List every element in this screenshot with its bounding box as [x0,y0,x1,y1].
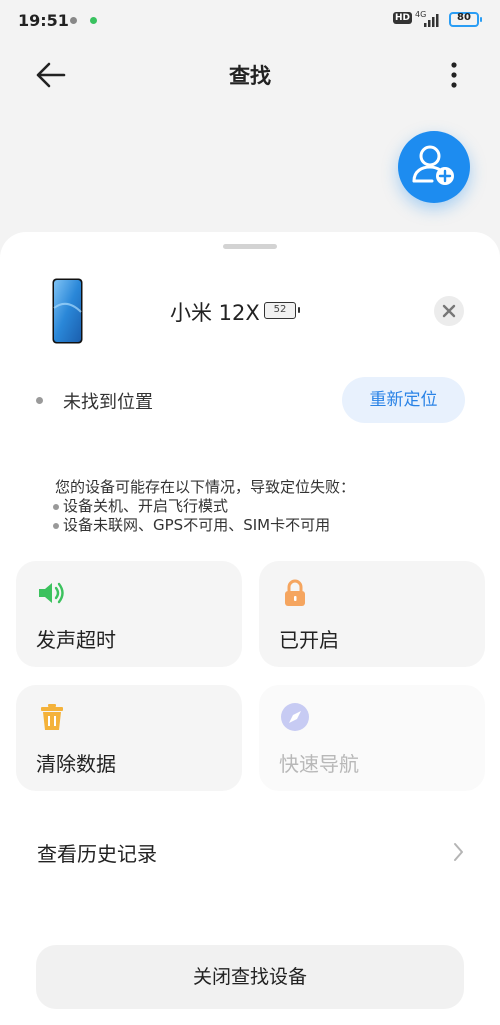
close-button[interactable] [434,296,464,326]
location-status-text: 未找到位置 [63,392,153,413]
battery-icon: 80 [449,12,482,27]
view-history-row[interactable]: 查看历史记录 [0,820,500,884]
quick-navigation-label: 快速导航 [279,752,359,776]
drag-handle[interactable] [223,244,277,249]
active-indicator-icon [90,17,97,24]
quick-navigation-card: 快速导航 [259,685,485,791]
notification-dot-icon [70,17,77,24]
page-title: 查找 [229,64,271,88]
lock-icon [285,579,305,606]
lock-device-card[interactable]: 已开启 [259,561,485,667]
status-time: 19:51 [18,11,69,30]
device-battery-icon: 52 [264,302,300,319]
battery-level: 80 [457,12,471,23]
device-battery-level: 52 [273,304,287,315]
close-icon [442,304,456,318]
compass-icon [281,703,309,731]
more-options-button[interactable] [440,58,468,92]
failure-reason-item: 设备关机、开启飞行模式 [53,497,355,516]
add-member-button[interactable] [398,131,470,203]
failure-reasons-title: 您的设备可能存在以下情况，导致定位失败： [55,478,356,496]
erase-data-label: 清除数据 [36,752,116,776]
play-sound-label: 发声超时 [36,628,116,652]
device-name: 小米 12X [170,301,260,325]
phone-image [52,278,83,344]
lock-device-label: 已开启 [279,628,339,652]
turn-off-find-device-button[interactable]: 关闭查找设备 [36,945,464,1009]
trash-icon [41,704,63,730]
hd-badge: HD [393,12,413,24]
erase-data-card[interactable]: 清除数据 [16,685,242,791]
location-status-dot [36,397,43,404]
view-history-label: 查看历史记录 [37,842,157,866]
play-sound-card[interactable]: 发声超时 [16,561,242,667]
failure-reason-item: 设备未联网、GPS不可用、SIM卡不可用 [53,516,355,535]
chevron-right-icon [454,843,463,861]
find-device-screen: 19:51 HD 4G 80 查找 小米 12X 52 未找到位置 重新定位 您… [0,0,500,1025]
device-detail-sheet: 小米 12X 52 未找到位置 重新定位 您的设备可能存在以下情况，导致定位失败… [0,232,500,1025]
failure-reasons: 您的设备可能存在以下情况，导致定位失败： 设备关机、开启飞行模式 设备未联网、G… [53,478,356,535]
add-person-icon [412,145,454,185]
speaker-icon [39,582,64,604]
signal-icon [424,14,439,27]
relocate-button[interactable]: 重新定位 [342,377,465,423]
status-bar: 19:51 HD 4G 80 [0,0,500,40]
